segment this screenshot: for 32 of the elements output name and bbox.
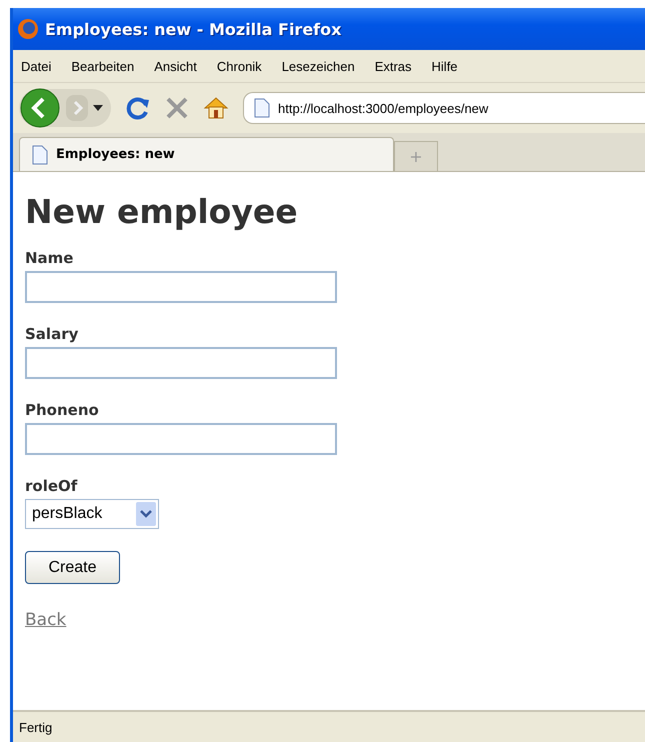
page-heading: New employee: [25, 192, 299, 231]
tab-label: Employees: new: [56, 147, 175, 162]
menu-item[interactable]: Lesezeichen: [282, 58, 355, 74]
browser-tab[interactable]: Employees: new: [19, 137, 394, 171]
stop-icon[interactable]: [165, 96, 189, 120]
input-field[interactable]: [25, 347, 337, 379]
back-link[interactable]: Back: [25, 610, 66, 630]
page-icon: [32, 144, 48, 164]
status-text: Fertig: [19, 720, 52, 734]
field-label: roleOf: [25, 477, 78, 495]
field-label: Phoneno: [25, 401, 99, 419]
window-title: Employees: new - Mozilla Firefox: [45, 20, 342, 38]
back-icon[interactable]: [19, 87, 61, 129]
caret-icon: [136, 502, 156, 526]
address-field[interactable]: http://localhost:3000/employees/new: [243, 92, 645, 124]
create-button[interactable]: Create: [25, 551, 120, 584]
menu-item[interactable]: Ansicht: [154, 58, 197, 74]
menu-item[interactable]: Bearbeiten: [71, 58, 134, 74]
input-field[interactable]: [25, 271, 337, 303]
menu-item[interactable]: Hilfe: [432, 58, 458, 74]
home-icon[interactable]: [203, 96, 229, 120]
field-label: Name: [25, 249, 74, 267]
dropdown-caret-icon[interactable]: [93, 105, 103, 111]
input-field[interactable]: [25, 423, 337, 455]
page-icon: [254, 98, 270, 118]
reload-icon[interactable]: [125, 95, 151, 121]
field-label: Salary: [25, 325, 78, 343]
menu-item[interactable]: Extras: [374, 58, 412, 74]
menu-item[interactable]: Chronik: [216, 58, 262, 74]
select-field[interactable]: persBlack: [25, 499, 159, 529]
menu-item[interactable]: Datei: [21, 58, 52, 74]
globe-logo-icon: [17, 18, 39, 40]
